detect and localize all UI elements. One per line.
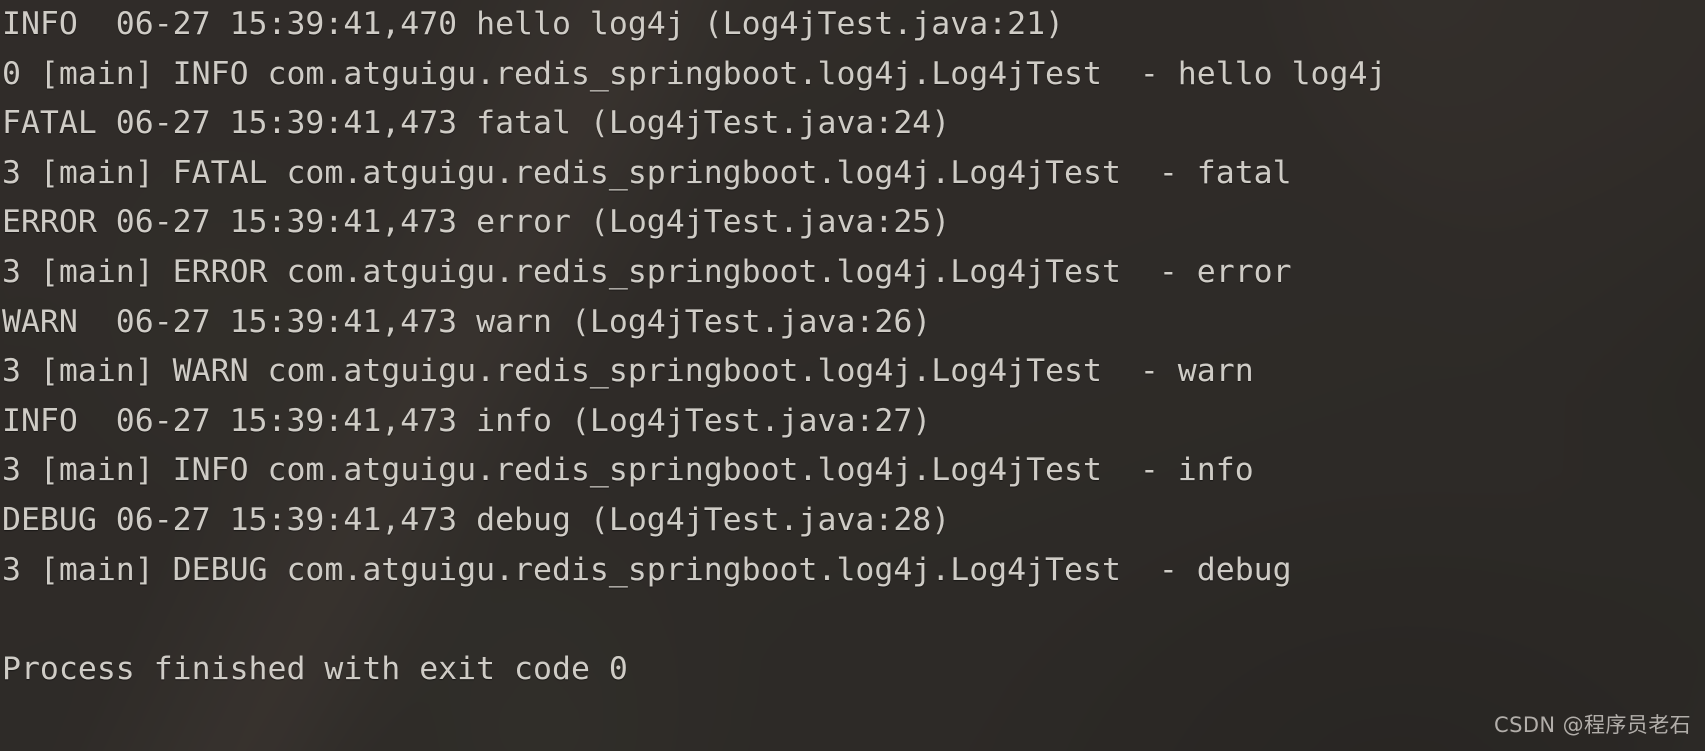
console-log-line: FATAL 06-27 15:39:41,473 fatal (Log4jTes… [2,105,951,142]
console-log-line: 3 [main] FATAL com.atguigu.redis_springb… [2,154,1292,191]
console-output-area[interactable]: INFO 06-27 15:39:41,470 hello log4j (Log… [0,0,1705,751]
console-log-line: INFO 06-27 15:39:41,470 hello log4j (Log… [2,6,1065,42]
run-console-window: INFO 06-27 15:39:41,470 hello log4j (Log… [0,0,1705,751]
console-log-line: ERROR 06-27 15:39:41,473 error (Log4jTes… [2,204,951,241]
console-log-line: DEBUG 06-27 15:39:41,473 debug (Log4jTes… [2,501,951,538]
console-log-line: 3 [main] INFO com.atguigu.redis_springbo… [2,452,1254,489]
console-log-line: 3 [main] WARN com.atguigu.redis_springbo… [2,353,1254,390]
console-log-line: WARN 06-27 15:39:41,473 warn (Log4jTest.… [2,303,932,340]
console-log-line: INFO 06-27 15:39:41,473 info (Log4jTest.… [2,402,932,439]
console-log-line: 0 [main] INFO com.atguigu.redis_springbo… [2,55,1387,92]
process-exit-line: Process finished with exit code 0 [2,650,628,687]
console-log-line: 3 [main] DEBUG com.atguigu.redis_springb… [2,551,1292,588]
console-log-line: 3 [main] ERROR com.atguigu.redis_springb… [2,253,1292,290]
